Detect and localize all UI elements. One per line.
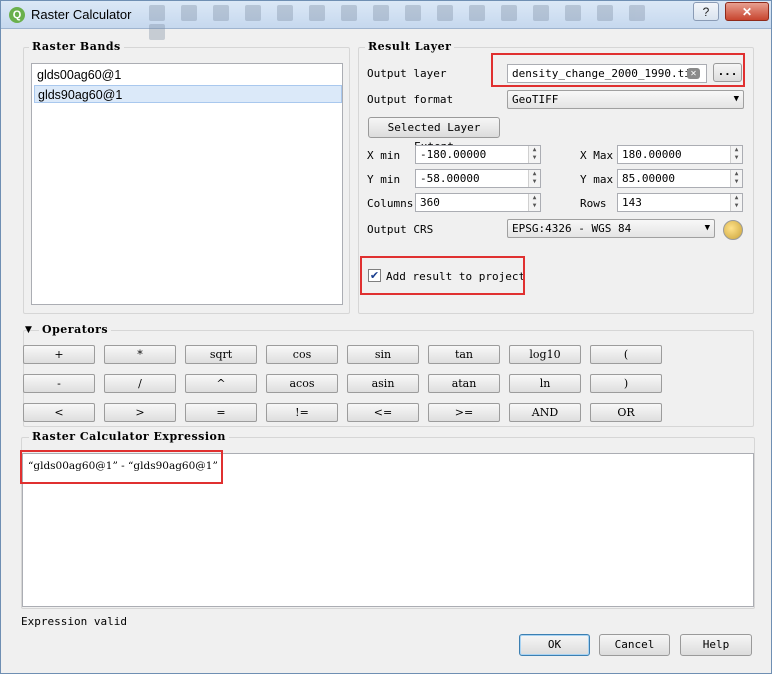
- output-crs-value: EPSG:4326 - WGS 84: [512, 222, 632, 235]
- operator-button[interactable]: *: [104, 345, 176, 364]
- rows-spinner-icon[interactable]: ▲ ▼: [730, 194, 742, 211]
- operator-button[interactable]: OR: [590, 403, 662, 422]
- xmin-label: X min: [367, 149, 401, 162]
- ymin-spinner-icon[interactable]: ▲ ▼: [528, 170, 540, 187]
- operator-button[interactable]: (: [590, 345, 662, 364]
- operator-button[interactable]: asin: [347, 374, 419, 393]
- ymin-value: -58.00000: [420, 172, 480, 185]
- columns-input[interactable]: 360 ▲ ▼: [415, 193, 541, 212]
- operator-button[interactable]: sin: [347, 345, 419, 364]
- output-format-label: Output format: [367, 93, 454, 106]
- operator-button[interactable]: ): [590, 374, 662, 393]
- rows-label: Rows: [580, 197, 607, 210]
- cancel-button[interactable]: Cancel: [599, 634, 670, 656]
- output-crs-select[interactable]: EPSG:4326 - WGS 84 ▼: [507, 219, 715, 238]
- expression-status: Expression valid: [21, 615, 127, 628]
- rows-input[interactable]: 143 ▲ ▼: [617, 193, 743, 212]
- ymin-label: Y min: [367, 173, 401, 186]
- expression-title: Raster Calculator Expression: [29, 430, 229, 443]
- operator-button[interactable]: sqrt: [185, 345, 257, 364]
- xmax-value: 180.00000: [622, 148, 682, 161]
- xmin-input[interactable]: -180.00000 ▲ ▼: [415, 145, 541, 164]
- add-result-highlight: [360, 256, 525, 295]
- window-close-button[interactable]: ✕: [725, 2, 769, 21]
- raster-band-item-selected[interactable]: glds90ag60@1: [34, 85, 342, 103]
- operator-button[interactable]: <: [23, 403, 95, 422]
- operator-button[interactable]: !=: [266, 403, 338, 422]
- operator-button[interactable]: -: [23, 374, 95, 393]
- operator-button[interactable]: >=: [428, 403, 500, 422]
- xmax-input[interactable]: 180.00000 ▲ ▼: [617, 145, 743, 164]
- operator-button[interactable]: cos: [266, 345, 338, 364]
- result-layer-title: Result Layer: [365, 40, 455, 53]
- operator-button[interactable]: atan: [428, 374, 500, 393]
- operator-button[interactable]: ln: [509, 374, 581, 393]
- window-title: Raster Calculator: [31, 7, 132, 22]
- ok-button[interactable]: OK: [519, 634, 590, 656]
- columns-value: 360: [420, 196, 440, 209]
- raster-band-item[interactable]: glds00ag60@1: [34, 66, 342, 84]
- background-toolbar: [141, 5, 681, 40]
- raster-bands-list[interactable]: glds00ag60@1 glds90ag60@1: [31, 63, 343, 305]
- output-crs-label: Output CRS: [367, 223, 434, 236]
- ymax-spinner-icon[interactable]: ▲ ▼: [730, 170, 742, 187]
- columns-label: Columns: [367, 197, 414, 210]
- operator-button[interactable]: >: [104, 403, 176, 422]
- output-layer-highlight: [491, 53, 745, 87]
- output-format-value: GeoTIFF: [512, 93, 559, 106]
- operator-button[interactable]: AND: [509, 403, 581, 422]
- qgis-logo-icon: Q: [9, 7, 25, 23]
- operator-button[interactable]: log10: [509, 345, 581, 364]
- xmax-label: X Max: [580, 149, 614, 162]
- selected-layer-extent-button[interactable]: Selected Layer Extent: [368, 117, 500, 153]
- help-button[interactable]: Help: [680, 634, 752, 656]
- chevron-down-icon: ▼: [733, 94, 739, 104]
- operators-title[interactable]: Operators: [39, 323, 112, 336]
- output-format-select[interactable]: GeoTIFF ▼: [507, 90, 744, 109]
- chevron-down-icon: ▼: [704, 223, 710, 233]
- xmin-spinner-icon[interactable]: ▲ ▼: [528, 146, 540, 163]
- ymax-input[interactable]: 85.00000 ▲ ▼: [617, 169, 743, 188]
- crs-selector-globe-icon[interactable]: [723, 220, 743, 240]
- operator-button[interactable]: /: [104, 374, 176, 393]
- operator-button[interactable]: acos: [266, 374, 338, 393]
- ymax-label: Y max: [580, 173, 614, 186]
- ymax-value: 85.00000: [622, 172, 675, 185]
- rows-value: 143: [622, 196, 642, 209]
- columns-spinner-icon[interactable]: ▲ ▼: [528, 194, 540, 211]
- operator-button[interactable]: ^: [185, 374, 257, 393]
- title-bar: Q Raster Calculator ? ✕: [1, 1, 771, 40]
- xmin-value: -180.00000: [420, 148, 487, 161]
- operator-button[interactable]: <=: [347, 403, 419, 422]
- raster-calculator-window: Q Raster Calculator ? ✕ Raster Bands gld…: [0, 0, 772, 674]
- operator-button[interactable]: =: [185, 403, 257, 422]
- ymin-input[interactable]: -58.00000 ▲ ▼: [415, 169, 541, 188]
- window-help-button[interactable]: ?: [693, 2, 719, 21]
- operator-button[interactable]: +: [23, 345, 95, 364]
- output-layer-label: Output layer: [367, 67, 447, 80]
- collapse-triangle-icon[interactable]: ▼: [25, 325, 32, 335]
- expression-highlight: [20, 450, 223, 484]
- xmax-spinner-icon[interactable]: ▲ ▼: [730, 146, 742, 163]
- raster-bands-title: Raster Bands: [29, 40, 124, 53]
- operator-button[interactable]: tan: [428, 345, 500, 364]
